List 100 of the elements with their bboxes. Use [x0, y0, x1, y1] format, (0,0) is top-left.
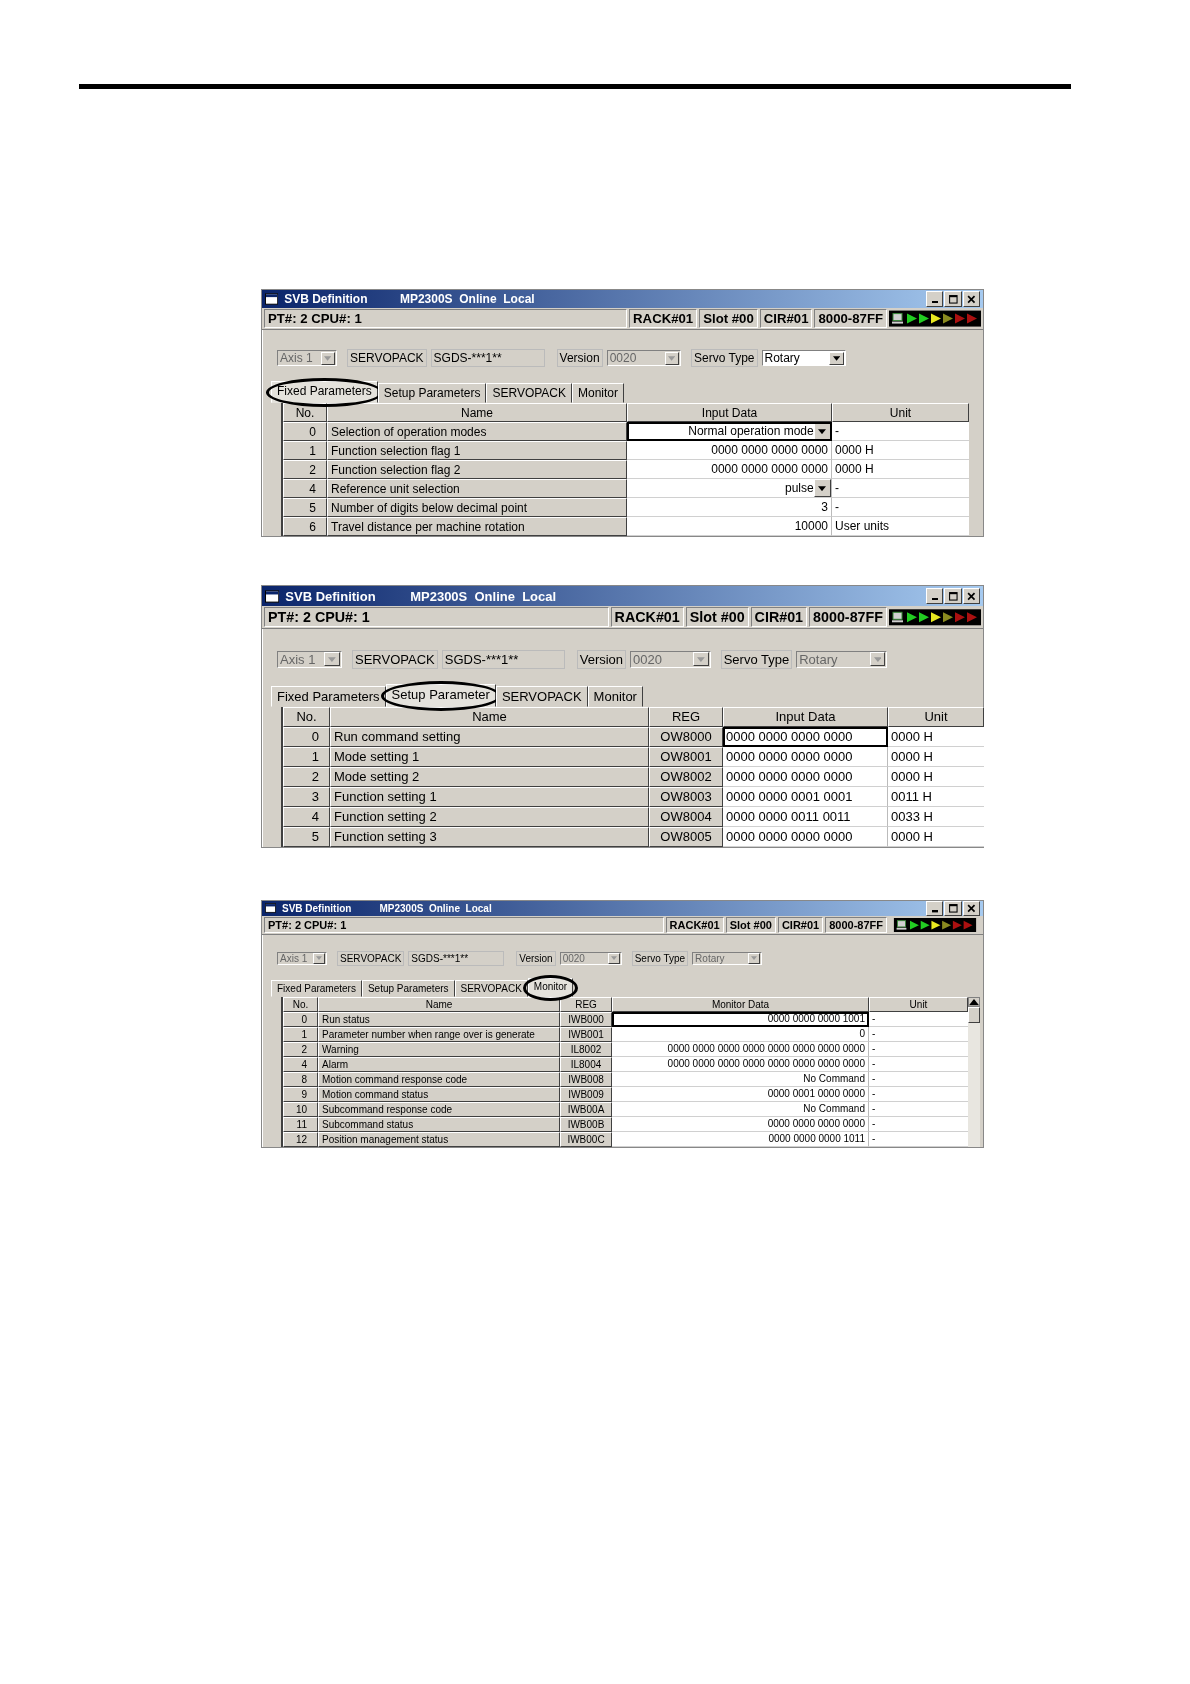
table-cell: 4 — [283, 806, 330, 827]
caret-icon — [751, 956, 758, 961]
dropdown-button[interactable] — [813, 479, 831, 498]
table-cell: 0000 0000 0000 0000 — [723, 826, 888, 847]
table-cell: 0000 0000 0000 0000 — [723, 726, 888, 747]
close-button[interactable] — [962, 291, 980, 307]
window-title: SVB Definition — [282, 902, 352, 914]
table-cell: 10000 — [627, 517, 832, 537]
tab[interactable]: Monitor — [572, 383, 625, 404]
table-cell: 0033 H — [888, 806, 984, 827]
table-cell: 2 — [283, 766, 330, 787]
tab[interactable]: SERVOPACK — [495, 685, 588, 707]
table-cell: 1 — [283, 746, 330, 767]
version-label: Version — [576, 649, 627, 669]
table-cell[interactable]: pulse — [627, 479, 832, 499]
table-cell: 0 — [283, 726, 330, 747]
column-header: Unit — [888, 706, 984, 727]
minimize-button[interactable] — [926, 291, 944, 307]
status-field: Slot #00 — [725, 916, 776, 933]
connection-info: MP2300S Online Local — [379, 902, 492, 914]
table-cell: 6 — [283, 517, 327, 537]
column-header: Monitor Data — [612, 996, 869, 1012]
close-button[interactable] — [962, 900, 980, 917]
close-icon — [966, 590, 977, 602]
maximize-icon — [947, 590, 959, 602]
table-cell: 0000 0000 0011 0011 — [723, 806, 888, 827]
caret-icon — [316, 956, 322, 961]
servo-type-label: Servo Type — [691, 349, 758, 368]
table-cell: Mode setting 2 — [330, 766, 649, 787]
maximize-icon — [947, 293, 959, 305]
column-header: Name — [327, 403, 627, 423]
table-cell: 0000 H — [888, 726, 984, 747]
close-icon — [966, 293, 977, 305]
tab[interactable]: Setup Parameter — [385, 683, 496, 707]
version-label: Version — [516, 950, 556, 966]
tab[interactable]: SERVOPACK — [454, 979, 528, 997]
table-cell: Selection of operation modes — [327, 422, 627, 442]
status-field: RACK#01 — [665, 916, 724, 933]
table-cell: Function setting 1 — [330, 786, 649, 807]
status-field: CIR#01 — [777, 916, 824, 933]
caret-icon — [818, 485, 827, 492]
tab[interactable]: Fixed Parameters — [271, 979, 362, 997]
table-cell: Number of digits below decimal point — [327, 498, 627, 518]
status-field: 8000-87FF — [809, 606, 887, 627]
tab[interactable]: Fixed Parameters — [271, 381, 378, 404]
tab[interactable]: Setup Parameters — [377, 383, 487, 404]
table-cell: - — [832, 498, 969, 518]
scroll-bar[interactable] — [968, 996, 980, 1147]
version-label: Version — [556, 349, 603, 368]
table-cell: 5 — [283, 498, 327, 518]
status-field: CIR#01 — [759, 309, 813, 328]
scroll-up-icon — [968, 996, 980, 1007]
maximize-button[interactable] — [944, 291, 962, 307]
cell-value: pulse — [785, 481, 814, 496]
table-cell: OW8002 — [649, 766, 723, 787]
caret-icon — [832, 355, 840, 361]
tab[interactable]: Monitor — [587, 685, 643, 707]
table-cell: 1 — [283, 441, 327, 461]
column-header: No. — [283, 706, 330, 727]
maximize-button[interactable] — [944, 900, 962, 917]
table-cell: 0 — [283, 422, 327, 442]
table-cell[interactable]: Normal operation mode — [627, 422, 832, 442]
status-field: 8000-87FF — [825, 916, 887, 933]
table-cell: 3 — [283, 786, 330, 807]
servopack-model-field: SGDS-***1** — [408, 950, 505, 966]
table-cell: 0000 H — [832, 441, 969, 461]
table-cell: 5 — [283, 826, 330, 847]
tab[interactable]: Setup Parameters — [361, 979, 455, 997]
table-cell: 0000 0000 0000 0000 — [627, 441, 832, 461]
servopack-label: SERVOPACK — [347, 349, 427, 368]
dropdown-button[interactable] — [813, 422, 831, 441]
caret-icon — [873, 656, 882, 662]
servo-type-dropdown[interactable]: Rotary — [761, 350, 846, 366]
table-cell: OW8005 — [649, 826, 723, 847]
table-cell: Function setting 2 — [330, 806, 649, 827]
window-icon — [265, 903, 276, 914]
caret-icon — [328, 656, 337, 662]
table-cell: 0000 H — [888, 826, 984, 847]
caret-icon — [818, 428, 827, 435]
status-field: Slot #00 — [699, 309, 758, 328]
table-cell: 0011 H — [888, 786, 984, 807]
connection-info: MP2300S Online Local — [410, 588, 557, 604]
tab[interactable]: SERVOPACK — [486, 383, 572, 404]
window-icon — [265, 293, 279, 305]
close-button[interactable] — [962, 588, 980, 604]
table-cell: 0000 H — [888, 766, 984, 787]
table-cell: 0000 0000 0001 0001 — [723, 786, 888, 807]
tab[interactable]: Fixed Parameters — [271, 685, 386, 707]
table-cell: Travel distance per machine rotation — [327, 517, 627, 537]
minimize-button[interactable] — [926, 588, 944, 604]
maximize-button[interactable] — [944, 588, 962, 604]
cell-value: Normal operation mode — [688, 424, 814, 439]
minimize-button[interactable] — [926, 900, 944, 917]
minimize-icon — [931, 910, 938, 913]
table-cell: 0000 0000 0000 0000 — [723, 766, 888, 787]
caret-icon — [697, 656, 705, 662]
servopack-model-field: SGDS-***1** — [441, 649, 565, 669]
servopack-label: SERVOPACK — [352, 649, 438, 669]
table-cell: Mode setting 1 — [330, 746, 649, 767]
caret-icon — [610, 956, 617, 961]
